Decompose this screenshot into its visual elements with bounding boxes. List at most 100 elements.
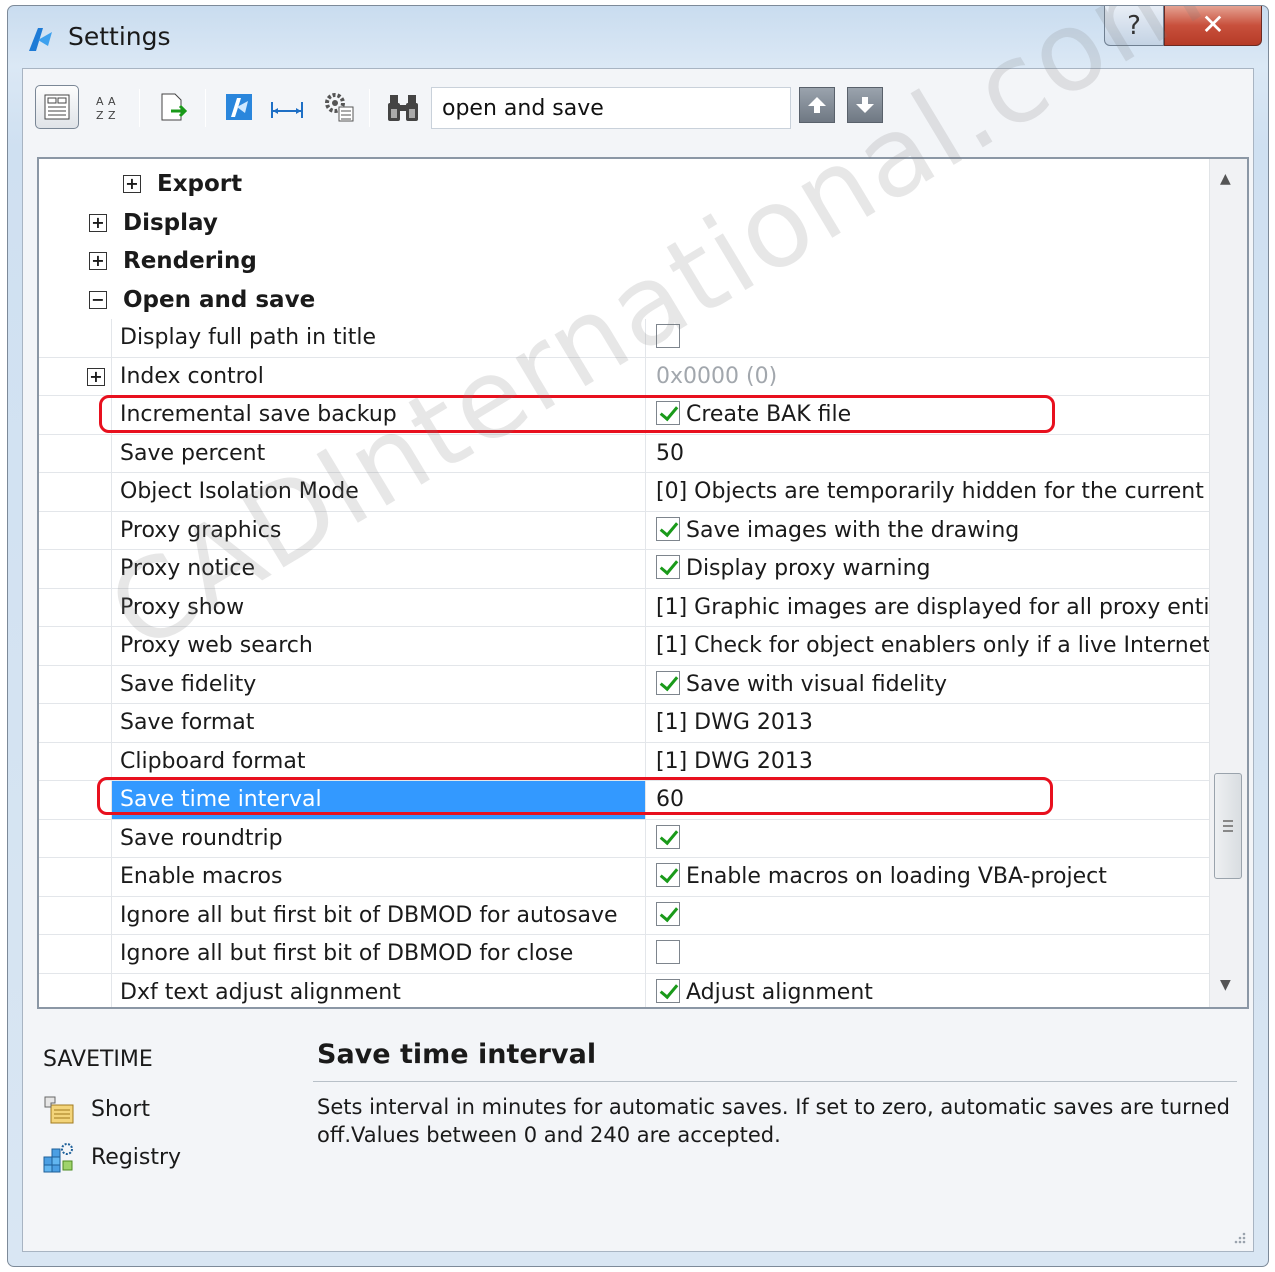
property-row[interactable]: Ignore all but first bit of DBMOD for cl… [39, 935, 1209, 974]
property-name[interactable]: Save roundtrip [111, 819, 645, 858]
property-row[interactable]: Enable macros Enable macros on loading VB… [39, 858, 1209, 897]
property-row[interactable]: Dxf text adjust alignment Adjust alignmen… [39, 973, 1209, 1007]
property-row[interactable]: Ignore all but first bit of DBMOD for au… [39, 896, 1209, 935]
property-name[interactable]: Enable macros [111, 858, 645, 896]
property-value-text: [1] Graphic images are displayed for all… [656, 594, 1209, 620]
property-row[interactable]: Save fidelity Save with visual fidelity [39, 665, 1209, 704]
search-input[interactable] [431, 87, 791, 129]
property-value-text: [1] DWG 2013 [656, 748, 813, 774]
property-row[interactable]: Save roundtrip [39, 819, 1209, 858]
expand-icon[interactable]: + [89, 252, 107, 270]
property-value[interactable]: [1] DWG 2013 [645, 742, 1209, 781]
collapse-icon[interactable]: − [89, 290, 107, 309]
property-row[interactable]: + Index control 0x0000 (0) [39, 357, 1209, 396]
property-name[interactable]: Proxy show [111, 588, 645, 627]
property-name[interactable]: Index control [111, 357, 645, 396]
property-value[interactable]: Adjust alignment [645, 973, 1209, 1007]
export-settings-button[interactable] [151, 85, 195, 129]
scroll-up-arrow-icon[interactable]: ▲ [1220, 171, 1231, 187]
checkbox-unchecked[interactable] [656, 324, 680, 348]
group-label: Open and save [123, 286, 316, 313]
group-row[interactable]: + Rendering [39, 242, 1209, 281]
property-name[interactable]: Dxf text adjust alignment [111, 973, 645, 1007]
property-row[interactable]: Clipboard format [1] DWG 2013 [39, 742, 1209, 781]
property-value[interactable]: [1] Check for object enablers only if a … [645, 627, 1209, 665]
checkbox-checked[interactable] [656, 670, 680, 695]
property-name[interactable]: Proxy graphics [111, 511, 645, 550]
property-name[interactable]: Object Isolation Mode [111, 473, 645, 511]
property-value-text: [0] Objects are temporarily hidden for t… [656, 479, 1209, 504]
property-value[interactable] [645, 935, 1209, 973]
checkbox-unchecked[interactable] [656, 940, 680, 964]
property-row[interactable]: Incremental save backup Create BAK file [39, 396, 1209, 435]
property-value[interactable]: Display proxy warning [645, 550, 1209, 588]
property-name[interactable]: Save fidelity [111, 665, 645, 704]
property-value[interactable]: Save with visual fidelity [645, 665, 1209, 704]
property-row[interactable]: Save percent 50 [39, 434, 1209, 473]
property-name[interactable]: Display full path in title [111, 319, 645, 357]
dimension-settings-button[interactable] [265, 85, 309, 129]
svg-text:Z: Z [96, 109, 104, 122]
group-row[interactable]: − Open and save [39, 281, 1209, 320]
help-button[interactable]: ? [1104, 6, 1164, 46]
property-value-text: Save with visual fidelity [686, 671, 948, 697]
description-text: Sets interval in minutes for automatic s… [317, 1095, 1230, 1147]
property-value[interactable] [645, 319, 1209, 357]
property-value[interactable]: Save images with the drawing [645, 511, 1209, 550]
checkbox-checked[interactable] [656, 824, 680, 849]
property-value[interactable]: Enable macros on loading VBA-project [645, 858, 1209, 896]
title-bar[interactable]: Settings ? ✕ [8, 6, 1268, 68]
property-row[interactable]: Proxy notice Display proxy warning [39, 550, 1209, 589]
sort-az-button[interactable]: A Z A Z [85, 85, 129, 129]
property-name[interactable]: Proxy notice [111, 550, 645, 588]
system-variables-button[interactable] [317, 85, 361, 129]
property-name[interactable]: Save percent [111, 434, 645, 473]
expand-icon[interactable]: + [123, 175, 141, 193]
close-button[interactable]: ✕ [1164, 6, 1262, 46]
property-row[interactable]: Object Isolation Mode [0] Objects are tem… [39, 473, 1209, 512]
arrow-up-icon [808, 97, 826, 113]
group-row[interactable]: + Display [39, 204, 1209, 243]
property-value[interactable]: [1] DWG 2013 [645, 704, 1209, 742]
vertical-scrollbar[interactable]: ▲ ▼ [1209, 159, 1247, 1007]
property-value[interactable]: Create BAK file [645, 396, 1209, 434]
scrollbar-thumb[interactable] [1214, 773, 1242, 879]
property-row[interactable]: Proxy show [1] Graphic images are display… [39, 588, 1209, 627]
expand-icon[interactable]: + [89, 213, 107, 232]
property-value[interactable]: 60 [645, 781, 1209, 819]
scroll-down-arrow-icon[interactable]: ▼ [1220, 977, 1231, 993]
checkbox-checked[interactable] [656, 401, 680, 425]
search-next-button[interactable] [847, 87, 883, 123]
property-value[interactable]: [0] Objects are temporarily hidden for t… [645, 473, 1209, 511]
property-name[interactable]: Incremental save backup [111, 396, 645, 434]
property-row[interactable]: Proxy graphics Save images with the drawi… [39, 511, 1209, 550]
property-name[interactable]: Ignore all but first bit of DBMOD for cl… [111, 935, 645, 973]
property-row[interactable]: Save format [1] DWG 2013 [39, 704, 1209, 743]
checkbox-checked[interactable] [656, 516, 680, 541]
property-list: + Export + Display + Rendering − Open and save D… [39, 159, 1209, 1007]
property-name[interactable]: Ignore all but first bit of DBMOD for au… [111, 896, 645, 935]
resize-grip-icon[interactable] [1231, 1229, 1247, 1245]
property-name[interactable]: Save time interval [111, 781, 645, 819]
registry-icon [43, 1143, 73, 1173]
property-name[interactable]: Clipboard format [111, 742, 645, 781]
property-row[interactable]: Save time interval 60 [39, 781, 1209, 820]
checkbox-checked[interactable] [656, 978, 680, 1003]
property-row[interactable]: Proxy web search [1] Check for object ena… [39, 627, 1209, 666]
categorized-view-button[interactable] [35, 85, 79, 129]
expand-icon[interactable]: + [87, 367, 105, 386]
app-settings-button[interactable] [217, 85, 261, 129]
search-previous-button[interactable] [799, 87, 835, 123]
property-row[interactable]: Display full path in title [39, 319, 1209, 358]
property-name[interactable]: Save format [111, 704, 645, 742]
property-value[interactable]: 50 [645, 434, 1209, 473]
property-value[interactable]: [1] Graphic images are displayed for all… [645, 588, 1209, 627]
checkbox-checked[interactable] [656, 863, 680, 887]
group-row[interactable]: + Export [39, 165, 1209, 204]
property-value[interactable] [645, 896, 1209, 935]
checkbox-checked[interactable] [656, 555, 680, 579]
property-name[interactable]: Proxy web search [111, 627, 645, 665]
find-button[interactable] [381, 85, 425, 129]
checkbox-checked[interactable] [656, 901, 680, 926]
property-value[interactable] [645, 819, 1209, 858]
